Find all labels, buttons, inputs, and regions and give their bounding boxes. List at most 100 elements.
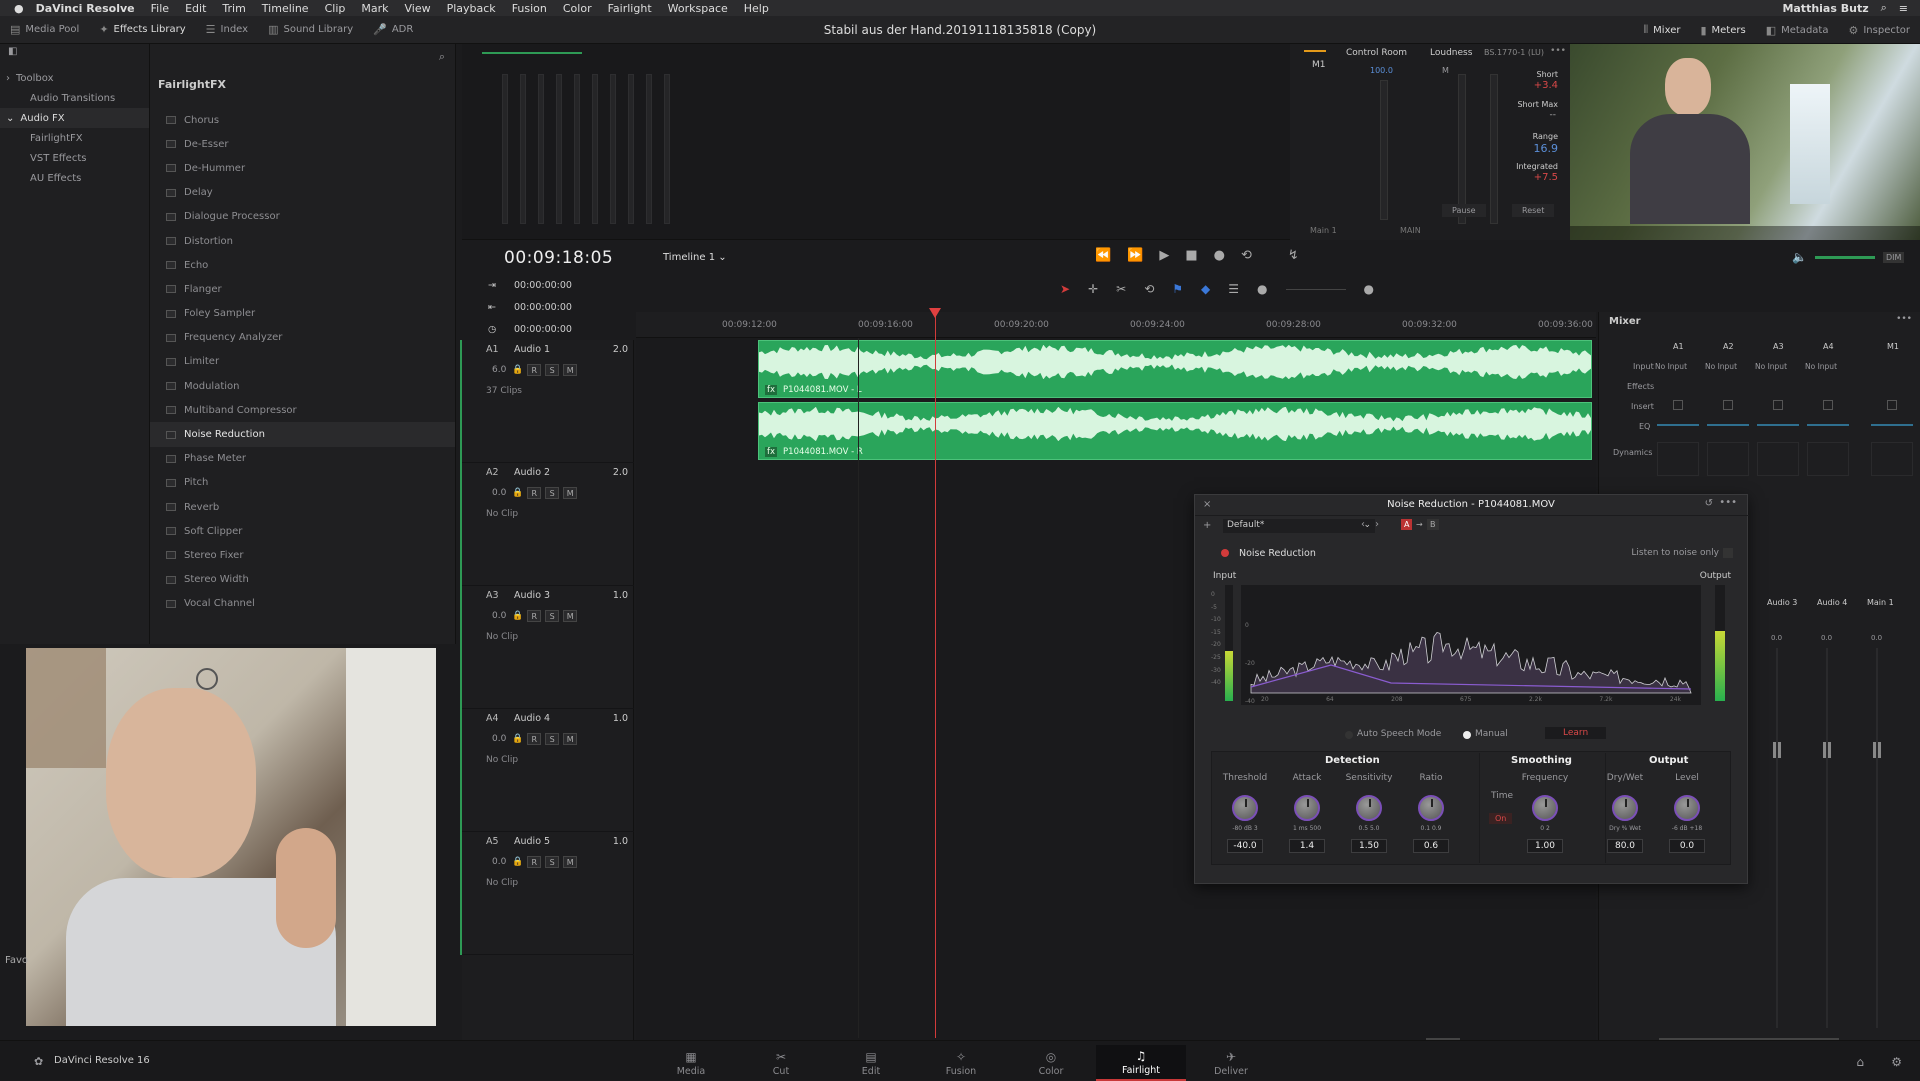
page-tab-deliver[interactable]: ✈ Deliver bbox=[1186, 1045, 1276, 1081]
loudness-options-icon[interactable]: ••• bbox=[1550, 46, 1566, 56]
play-icon[interactable]: ▶ bbox=[1159, 248, 1169, 263]
track-name[interactable]: Audio 5 bbox=[514, 836, 613, 847]
tree-toolbox[interactable]: › Toolbox bbox=[0, 68, 149, 88]
menu-fusion[interactable]: Fusion bbox=[512, 2, 547, 15]
in-time[interactable]: 00:00:00:00 bbox=[514, 280, 572, 291]
menu-fairlight[interactable]: Fairlight bbox=[608, 2, 652, 15]
fx-item[interactable]: Soft Clipper bbox=[150, 519, 455, 543]
range-tool-icon[interactable]: ✛ bbox=[1088, 282, 1098, 296]
fx-item[interactable]: Phase Meter bbox=[150, 447, 455, 471]
tree-vst-effects[interactable]: VST Effects bbox=[0, 148, 149, 168]
search-icon[interactable]: ⌕ bbox=[439, 50, 445, 64]
mixer-input-select[interactable]: No Input bbox=[1755, 362, 1787, 371]
menu-list-icon[interactable]: ≡ bbox=[1899, 2, 1908, 15]
dry-wet-knob[interactable] bbox=[1612, 795, 1638, 821]
insert-slot[interactable] bbox=[1773, 400, 1783, 410]
threshold-knob[interactable] bbox=[1232, 795, 1258, 821]
track-header-a1[interactable]: A1 Audio 1 2.0 6.0 🔒 R S M 37 Clips bbox=[462, 340, 634, 463]
main-output-route[interactable]: MAIN bbox=[1400, 226, 1421, 235]
record-arm-button[interactable]: R bbox=[527, 733, 542, 745]
app-menu[interactable]: DaVinci Resolve bbox=[36, 2, 135, 15]
fx-item[interactable]: De-Esser bbox=[150, 132, 455, 156]
menu-clip[interactable]: Clip bbox=[325, 2, 346, 15]
timeline-selector[interactable]: Timeline 1 ⌄ bbox=[663, 252, 727, 263]
menu-mark[interactable]: Mark bbox=[361, 2, 388, 15]
fx-item[interactable]: Limiter bbox=[150, 350, 455, 374]
add-preset-icon[interactable]: + bbox=[1203, 520, 1211, 531]
mixer-input-select[interactable]: No Input bbox=[1805, 362, 1837, 371]
record-arm-button[interactable]: R bbox=[527, 487, 542, 499]
timecode-display[interactable]: 00:09:18:05 bbox=[504, 248, 613, 268]
mute-button[interactable]: M bbox=[563, 487, 578, 499]
record-arm-button[interactable]: R bbox=[527, 856, 542, 868]
knob-value-field[interactable]: 1.50 bbox=[1351, 839, 1387, 853]
preset-b-button[interactable]: B bbox=[1427, 519, 1439, 530]
menu-help[interactable]: Help bbox=[744, 2, 769, 15]
eq-thumbnail[interactable] bbox=[1807, 424, 1849, 426]
fx-item[interactable]: Delay bbox=[150, 181, 455, 205]
zoom-in-icon[interactable]: ● bbox=[1364, 282, 1374, 296]
solo-button[interactable]: S bbox=[545, 733, 560, 745]
page-tab-media[interactable]: ▦ Media bbox=[646, 1045, 736, 1081]
viewer-scrubber[interactable] bbox=[1570, 226, 1920, 240]
copy-preset-icon[interactable]: → bbox=[1413, 519, 1426, 530]
reset-icon[interactable]: ↺ bbox=[1705, 498, 1713, 509]
menu-playback[interactable]: Playback bbox=[447, 2, 496, 15]
insert-slot[interactable] bbox=[1887, 400, 1897, 410]
volume-slider[interactable] bbox=[1814, 255, 1875, 259]
pointer-tool-icon[interactable]: ➤ bbox=[1060, 282, 1070, 296]
knob-value-field[interactable]: 1.00 bbox=[1527, 839, 1563, 853]
insert-slot[interactable] bbox=[1823, 400, 1833, 410]
plugin-options-icon[interactable]: ••• bbox=[1719, 497, 1737, 508]
next-preset-icon[interactable]: › bbox=[1375, 519, 1379, 530]
ratio-knob[interactable] bbox=[1418, 795, 1444, 821]
record-icon[interactable]: ● bbox=[1214, 248, 1225, 263]
frequency-knob[interactable] bbox=[1532, 795, 1558, 821]
mute-button[interactable]: M bbox=[563, 364, 578, 376]
zoom-out-icon[interactable]: ● bbox=[1257, 282, 1267, 296]
marker-icon[interactable]: ◆ bbox=[1201, 282, 1210, 296]
menu-color[interactable]: Color bbox=[563, 2, 592, 15]
track-header-a4[interactable]: A4 Audio 4 1.0 0.0 🔒 R S M No Clip bbox=[462, 709, 634, 832]
knob-value-field[interactable]: 80.0 bbox=[1607, 839, 1643, 853]
mixer-channel-m1[interactable]: M1 bbox=[1887, 342, 1899, 351]
home-icon[interactable]: ⌂ bbox=[1856, 1055, 1864, 1069]
fx-item[interactable]: Stereo Fixer bbox=[150, 543, 455, 567]
insert-slot[interactable] bbox=[1673, 400, 1683, 410]
track-volume[interactable]: 6.0 bbox=[492, 365, 508, 375]
lock-icon[interactable]: 🔒 bbox=[512, 488, 523, 498]
level-knob[interactable] bbox=[1674, 795, 1700, 821]
tree-audio-transitions[interactable]: Audio Transitions bbox=[0, 88, 149, 108]
fx-item[interactable]: Frequency Analyzer bbox=[150, 326, 455, 350]
mute-button[interactable]: M bbox=[563, 733, 578, 745]
menu-timeline[interactable]: Timeline bbox=[262, 2, 309, 15]
mixer-strip-volume[interactable]: 0.0 bbox=[1771, 634, 1782, 642]
fx-item[interactable]: Dialogue Processor bbox=[150, 205, 455, 229]
duration-time[interactable]: 00:00:00:00 bbox=[514, 324, 572, 335]
tree-audio-fx[interactable]: ⌄ Audio FX bbox=[0, 108, 149, 128]
lock-icon[interactable]: 🔒 bbox=[512, 365, 523, 375]
automation-icon[interactable]: ↯ bbox=[1288, 248, 1299, 263]
manual-radio[interactable] bbox=[1463, 731, 1471, 739]
solo-button[interactable]: S bbox=[545, 487, 560, 499]
mixer-toggle-button[interactable]: ⫴ Mixer bbox=[1634, 16, 1691, 44]
track-name[interactable]: Audio 1 bbox=[514, 344, 613, 355]
fx-item[interactable]: Flanger bbox=[150, 277, 455, 301]
track-header-a3[interactable]: A3 Audio 3 1.0 0.0 🔒 R S M No Clip bbox=[462, 586, 634, 709]
media-pool-button[interactable]: ▤ Media Pool bbox=[0, 16, 89, 44]
meters-toggle-button[interactable]: ▮ Meters bbox=[1690, 16, 1755, 44]
apple-icon[interactable]: ● bbox=[14, 2, 24, 15]
link-tool-icon[interactable]: ⟲ bbox=[1144, 282, 1154, 296]
page-tab-edit[interactable]: ▤ Edit bbox=[826, 1045, 916, 1081]
solo-button[interactable]: S bbox=[545, 610, 560, 622]
fx-item[interactable]: Noise Reduction bbox=[150, 422, 455, 447]
prev-preset-icon[interactable]: ‹ bbox=[1361, 519, 1365, 530]
stop-icon[interactable]: ■ bbox=[1185, 248, 1197, 263]
mixer-input-select[interactable]: No Input bbox=[1655, 362, 1687, 371]
fx-item[interactable]: Stereo Width bbox=[150, 568, 455, 592]
dynamics-thumbnail[interactable] bbox=[1757, 442, 1799, 476]
dim-icon[interactable]: DIM bbox=[1882, 251, 1905, 263]
menu-trim[interactable]: Trim bbox=[222, 2, 245, 15]
mixer-channel-a4[interactable]: A4 bbox=[1823, 342, 1834, 351]
track-header-a2[interactable]: A2 Audio 2 2.0 0.0 🔒 R S M No Clip bbox=[462, 463, 634, 586]
